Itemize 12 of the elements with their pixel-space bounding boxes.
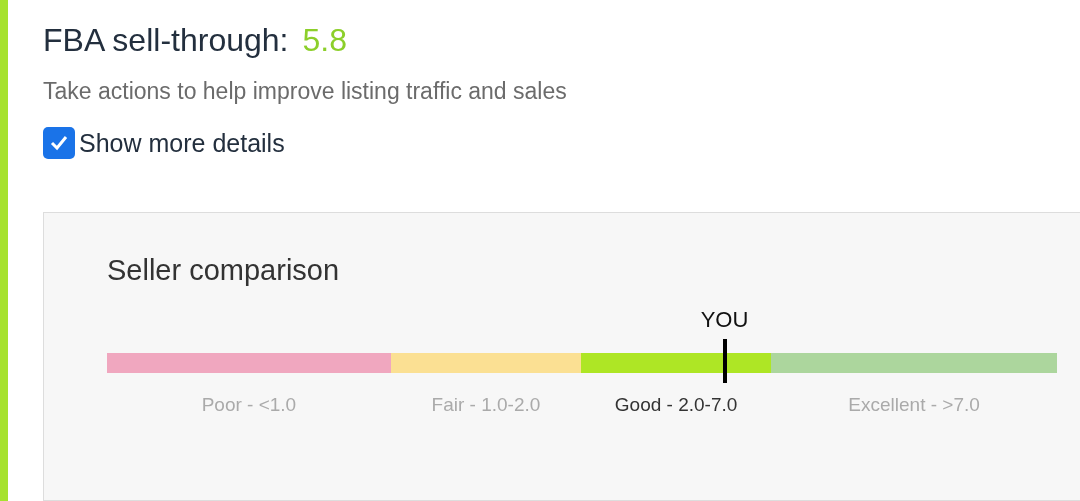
metric-label: FBA sell-through:	[43, 21, 289, 60]
metric-value: 5.8	[302, 21, 347, 60]
checkmark-icon	[50, 135, 68, 152]
checkbox-label[interactable]: Show more details	[79, 124, 285, 162]
range-label: Excellent - >7.0	[848, 392, 980, 417]
range-label: Poor - <1.0	[201, 392, 297, 417]
subtitle: Take actions to help improve listing traffic and sales	[43, 77, 568, 106]
range-label: Good - 2.0-7.0	[614, 392, 738, 417]
range-label: Fair - 1.0-2.0	[431, 392, 541, 417]
card-title: Seller comparison	[107, 253, 341, 288]
marker-label: YOU	[700, 305, 749, 334]
checkbox[interactable]	[43, 127, 75, 160]
